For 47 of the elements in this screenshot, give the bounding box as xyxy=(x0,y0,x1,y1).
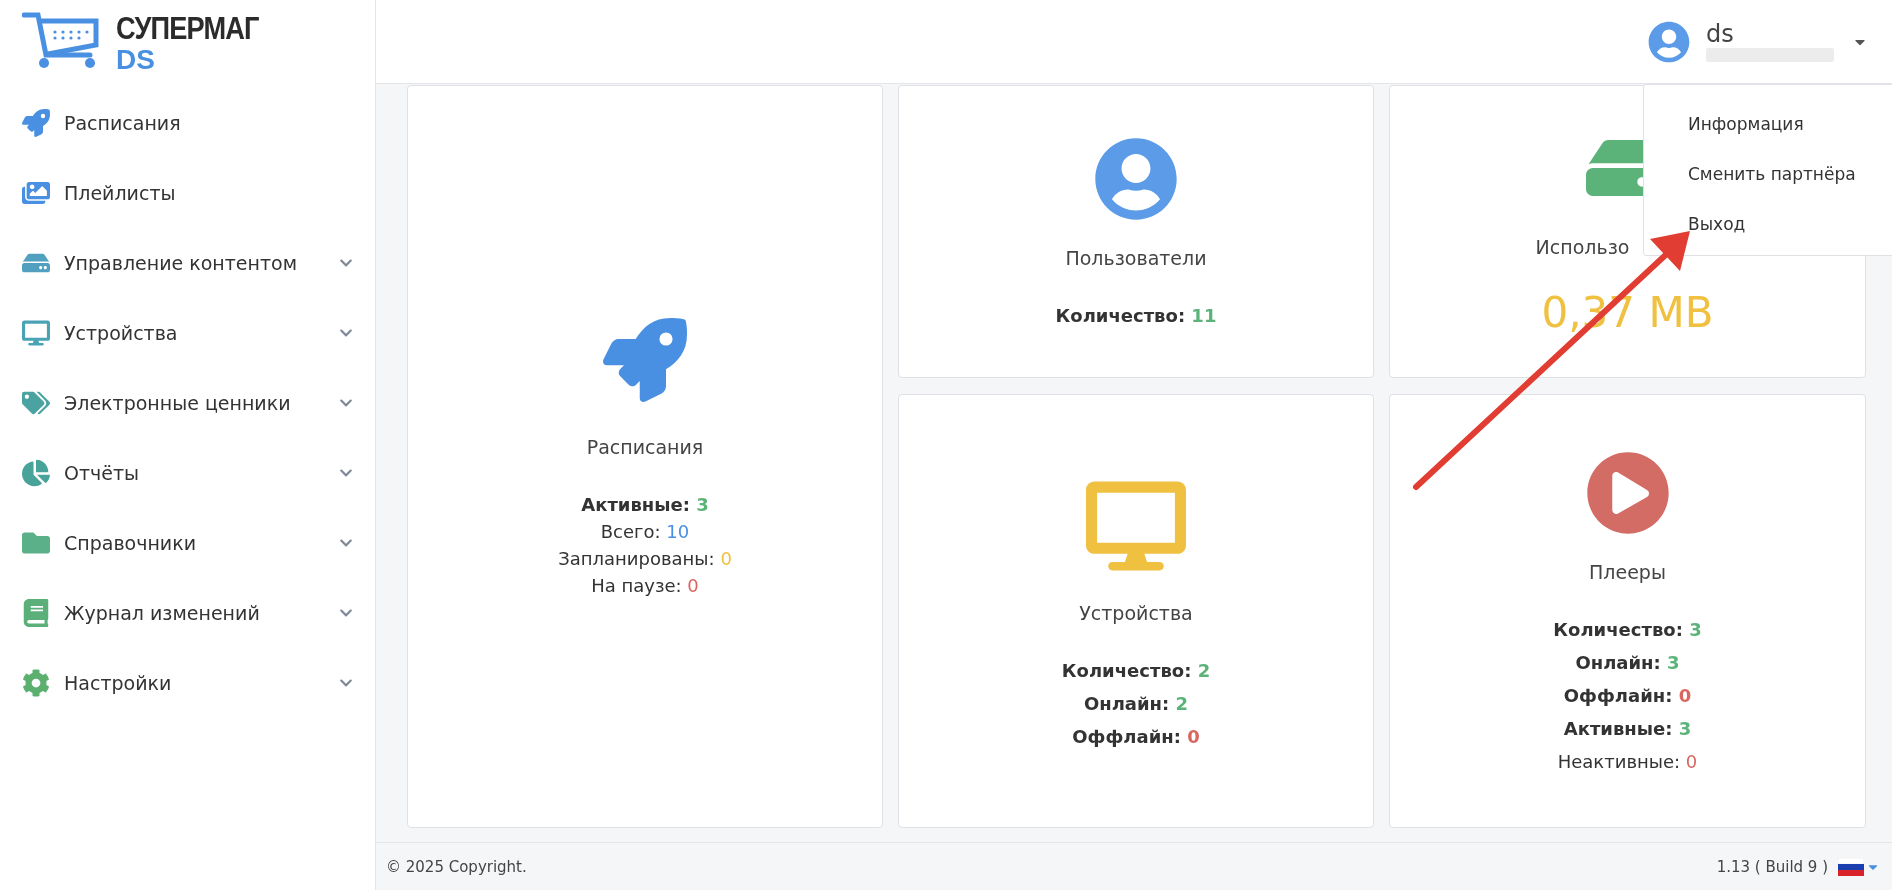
card-title: Расписания xyxy=(586,435,704,458)
card-title: Использо xyxy=(1535,236,1630,258)
sidebar-item[interactable]: Журнал изменений xyxy=(0,578,375,648)
pie-chart-icon xyxy=(22,459,50,487)
sidebar-item[interactable]: Устройства xyxy=(0,298,375,368)
book-icon xyxy=(22,599,50,627)
menu-item[interactable]: Выход xyxy=(1644,199,1892,249)
sidebar-item[interactable]: Управление контентом xyxy=(0,228,375,298)
menu-item[interactable]: Информация xyxy=(1644,99,1892,149)
avatar-icon[interactable] xyxy=(1648,20,1690,63)
settings-icon xyxy=(22,669,50,697)
sidebar-item[interactable]: Расписания xyxy=(0,88,375,158)
stat-line: На паузе: 0 xyxy=(591,574,699,596)
tags-icon xyxy=(22,389,50,417)
card-title: Пользователи xyxy=(1065,247,1207,269)
logo-name: СУПЕРМАГ xyxy=(116,12,259,44)
stat-line: Всего: 10 xyxy=(600,520,690,542)
stat-line: Оффлайн: 0 xyxy=(1072,725,1200,747)
stat-line: Количество: 11 xyxy=(1055,305,1217,326)
play-icon xyxy=(1585,450,1670,535)
menu-item[interactable]: Сменить партнёра xyxy=(1644,149,1892,199)
stat-line: Онлайн: 3 xyxy=(1575,651,1680,673)
logo-suffix: DS xyxy=(116,46,156,74)
stat-line: Активные: 3 xyxy=(1563,717,1692,739)
rocket-icon xyxy=(603,317,687,402)
user-name: ds xyxy=(1706,21,1735,46)
copyright-text: © 2025 Copyright. xyxy=(386,857,527,876)
sidebar-item[interactable]: Плейлисты xyxy=(0,158,375,228)
card-title: Устройства xyxy=(1079,601,1193,624)
sidebar-item[interactable]: Электронные ценники xyxy=(0,368,375,438)
card-title: Плееры xyxy=(1589,560,1666,583)
stat-line: Количество: 2 xyxy=(1061,659,1211,681)
stat-line: Количество: 3 xyxy=(1553,618,1702,640)
stat-line: Неактивные: 0 xyxy=(1557,750,1698,772)
version-text: 1.13 ( Build 9 ) xyxy=(1716,857,1828,876)
stat-line: Оффлайн: 0 xyxy=(1563,684,1692,706)
stat-line: Активные: 3 xyxy=(581,493,709,515)
user-icon xyxy=(1094,137,1178,221)
rocket-icon xyxy=(22,109,50,137)
stat-line: Онлайн: 2 xyxy=(1083,692,1189,714)
images-icon xyxy=(22,179,50,207)
sidebar-item[interactable]: Справочники xyxy=(0,508,375,578)
sidebar-item[interactable]: Отчёты xyxy=(0,438,375,508)
monitor-icon xyxy=(22,319,50,347)
stat-line: Запланированы: 0 xyxy=(558,547,732,569)
flag-icon[interactable] xyxy=(1838,857,1864,876)
sidebar-item[interactable]: Настройки xyxy=(0,648,375,718)
